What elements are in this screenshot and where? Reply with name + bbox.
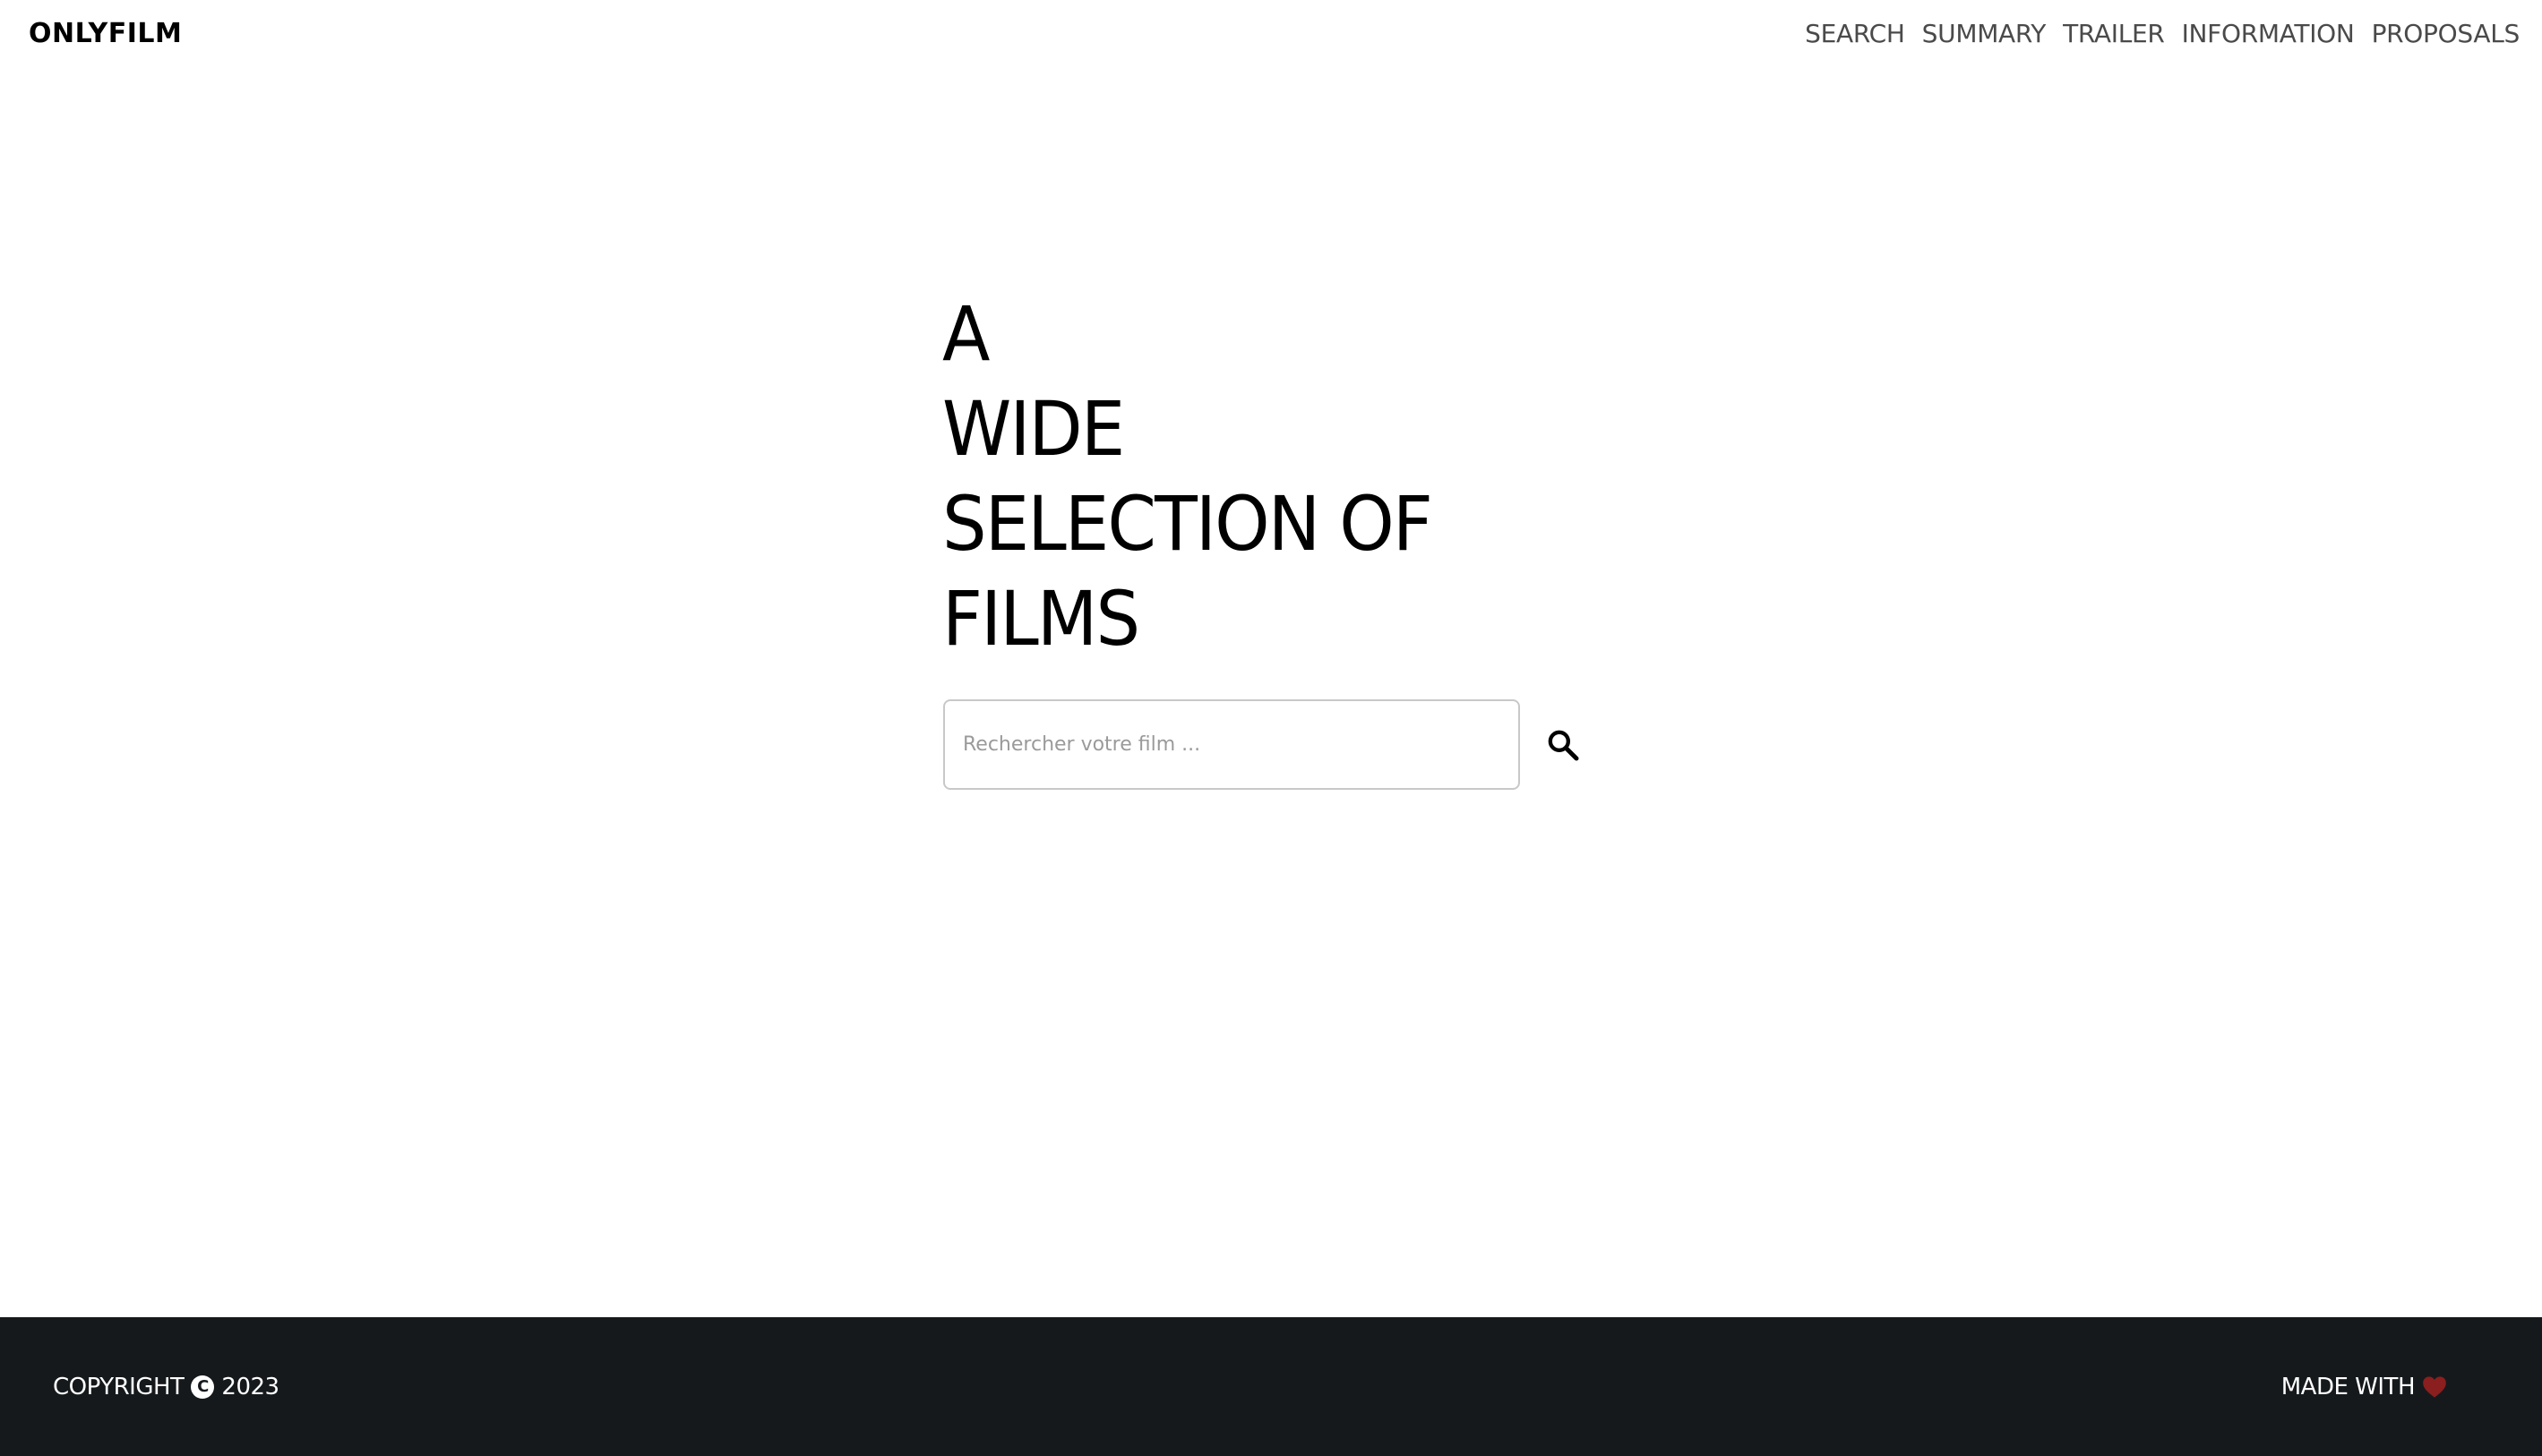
hero-title-line-2: WIDE bbox=[942, 385, 1125, 473]
search-input[interactable] bbox=[943, 699, 1520, 790]
copyright-label: COPYRIGHT bbox=[53, 1373, 185, 1400]
search-icon bbox=[1545, 727, 1581, 763]
footer: COPYRIGHT C 2023 MADE WITH bbox=[0, 1317, 2542, 1456]
search-button[interactable] bbox=[1542, 724, 1584, 767]
search-bar bbox=[943, 699, 1584, 790]
hero-title-line-4: FILMS bbox=[942, 575, 1140, 663]
nav-link-search[interactable]: SEARCH bbox=[1805, 16, 1905, 52]
nav-link-proposals[interactable]: PROPOSALS bbox=[2372, 16, 2521, 52]
footer-made-with: MADE WITH bbox=[2281, 1317, 2447, 1456]
brand-logo[interactable]: ONLYFILM bbox=[29, 16, 182, 52]
navbar: ONLYFILM SEARCH SUMMARY TRAILER INFORMAT… bbox=[0, 0, 2542, 68]
copyright-year: 2023 bbox=[221, 1373, 279, 1400]
heart-icon bbox=[2422, 1375, 2447, 1399]
hero-title-line-3: SELECTION OF bbox=[942, 480, 1433, 568]
footer-copyright: COPYRIGHT C 2023 bbox=[53, 1317, 279, 1456]
nav-link-summary[interactable]: SUMMARY bbox=[1922, 16, 2047, 52]
copyright-icon: C bbox=[191, 1375, 215, 1399]
made-with-label: MADE WITH bbox=[2280, 1373, 2416, 1400]
nav-links: SEARCH SUMMARY TRAILER INFORMATION PROPO… bbox=[1805, 16, 2520, 52]
page: ONLYFILM SEARCH SUMMARY TRAILER INFORMAT… bbox=[0, 0, 2542, 1456]
hero-title: A WIDE SELECTION OF FILMS bbox=[942, 287, 1626, 666]
nav-link-trailer[interactable]: TRAILER bbox=[2063, 16, 2165, 52]
hero-section: A WIDE SELECTION OF FILMS bbox=[942, 287, 1677, 666]
nav-link-information[interactable]: INFORMATION bbox=[2182, 16, 2355, 52]
hero-title-line-1: A bbox=[942, 290, 990, 378]
